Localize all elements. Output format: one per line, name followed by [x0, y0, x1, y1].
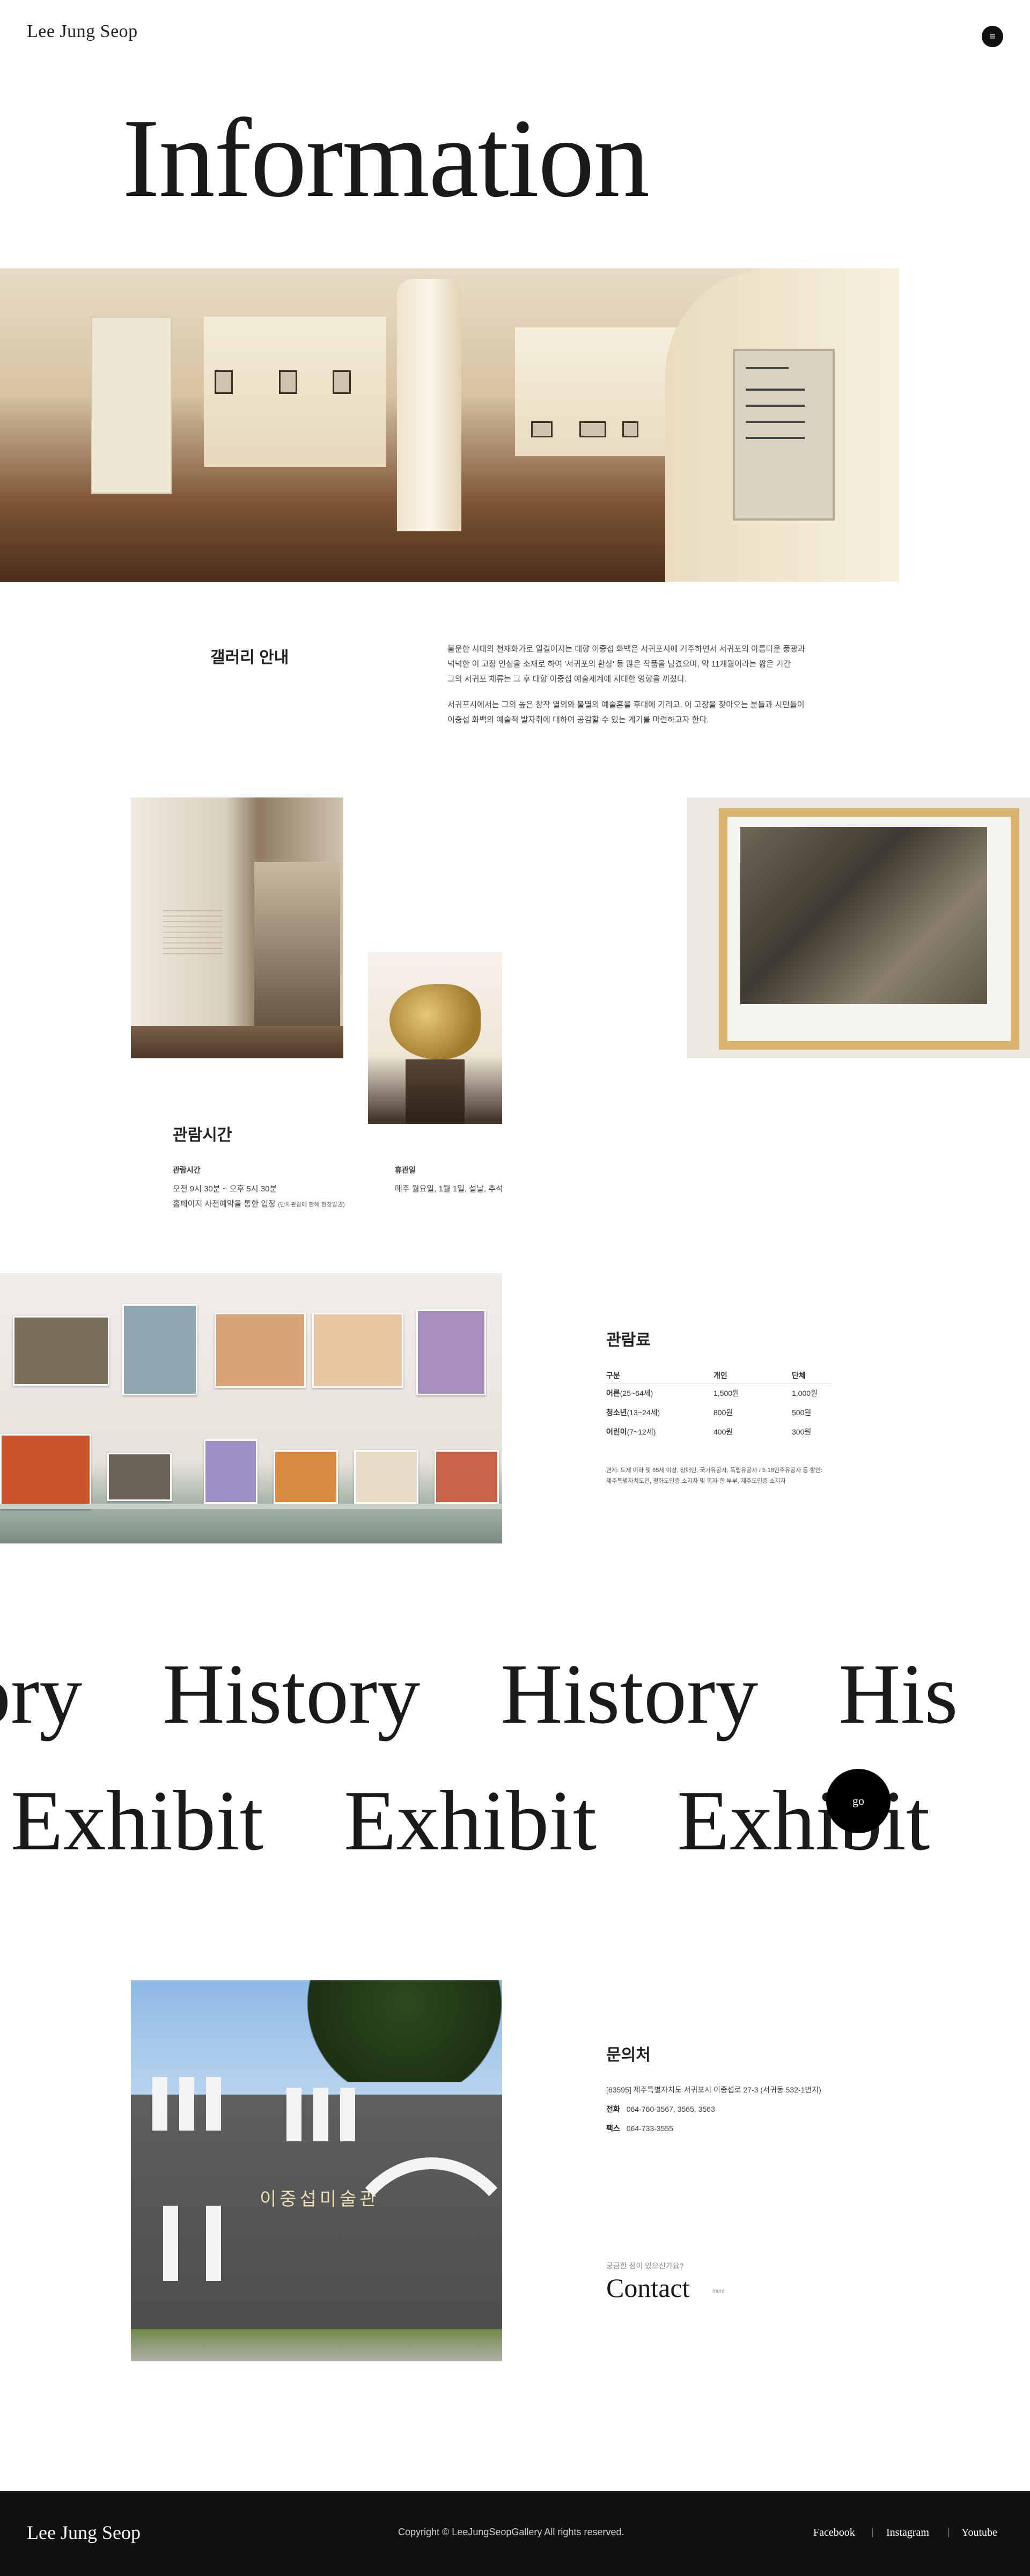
marquee-word[interactable]: History: [163, 1651, 420, 1737]
fee-category: 어른(25~64세): [606, 1384, 713, 1403]
page-title: Information: [122, 96, 650, 221]
fees-table: 구분 개인 단체 어른(25~64세) 1,500원 1,000원 청소년(13…: [606, 1367, 832, 1441]
fees-note: 면제: 도제 이하 및 65세 이상, 장애인, 국가유공자, 독립유공자 / …: [606, 1467, 822, 1484]
fee-category-name: 청소년: [606, 1408, 627, 1417]
fee-category: 어린이(7~12세): [606, 1422, 713, 1441]
table-row: 어린이(7~12세) 400원 300원: [606, 1422, 832, 1441]
fee-group: 300원: [792, 1428, 812, 1436]
marquee-word[interactable]: History: [501, 1651, 758, 1737]
gallery-paragraph-line: 불운한 시대의 천재화가로 일컬어지는 대향 이중섭 화백은 서귀포시에 거주하…: [447, 645, 805, 654]
reservation-note: (단체관람에 한해 현장발권): [278, 1202, 345, 1208]
fee-category-name: 어린이: [606, 1428, 627, 1436]
go-button[interactable]: go: [826, 1769, 891, 1833]
museum-building-photo: 이중섭미술관: [131, 1980, 502, 2361]
fees-col-group: 단체: [792, 1367, 832, 1384]
footer-link-facebook[interactable]: Facebook: [813, 2527, 855, 2539]
footer-divider: |: [871, 2527, 874, 2537]
marquee-word[interactable]: Exhibit: [344, 1777, 597, 1863]
fee-group: 500원: [792, 1408, 812, 1417]
gallery-description: 불운한 시대의 천재화가로 일컬어지는 대향 이중섭 화백은 서귀포시에 거주하…: [447, 642, 823, 728]
fee-individual: 1,500원: [713, 1389, 739, 1398]
fees-heading: 관람료: [606, 1331, 651, 1349]
corridor-photo: [131, 797, 343, 1058]
contact-address: [63595] 제주특별자치도 서귀포시 이중섭로 27-3 (서귀동 532-…: [606, 2085, 821, 2094]
fees-col-category: 구분: [606, 1367, 713, 1384]
fee-individual: 800원: [713, 1408, 733, 1417]
footer-divider: |: [947, 2527, 950, 2537]
fees-header-row: 구분 개인 단체: [606, 1367, 832, 1384]
fee-category-name: 어른: [606, 1389, 620, 1398]
contact-link[interactable]: Contact: [606, 2272, 690, 2303]
gallery-hall-photo: [0, 268, 899, 582]
contact-fax: 팩스 064-733-3555: [606, 2123, 673, 2134]
contact-phone: 전화 064-760-3567, 3565, 3563: [606, 2104, 715, 2114]
sculpture-photo: [368, 952, 502, 1124]
table-row: 청소년(13~24세) 800원 500원: [606, 1403, 832, 1422]
contact-phone-label: 전화: [606, 2105, 620, 2113]
contact-fax-label: 팩스: [606, 2124, 620, 2133]
marquee-word: ory: [0, 1646, 83, 1741]
marquee-word[interactable]: Exhibit: [11, 1777, 263, 1863]
contact-hint: 궁금한 점이 있으신가요?: [606, 2262, 684, 2270]
hours-open-label: 관람시간: [173, 1166, 201, 1174]
hours-reservation: 홈페이지 사전예약을 통한 입장 (단체관람에 한해 현장발권): [173, 1197, 345, 1212]
menu-icon: ≡: [989, 31, 996, 42]
art-prints-photo: [0, 1273, 502, 1543]
reservation-text: 홈페이지 사전예약을 통한 입장: [173, 1199, 276, 1209]
footer-logo[interactable]: Lee Jung Seop: [27, 2521, 141, 2544]
fee-category-range: (13~24세): [627, 1408, 660, 1417]
gallery-paragraph-line: 넉넉한 이 고장 인심을 소재로 하여 '서귀포의 환상' 등 많은 작품을 남…: [447, 660, 791, 669]
hours-heading: 관람시간: [173, 1126, 232, 1144]
hours-open-value: 오전 9시 30분 ~ 오후 5시 30분: [173, 1184, 277, 1194]
fee-category-range: (7~12세): [627, 1428, 656, 1436]
contact-heading: 문의처: [606, 2046, 651, 2064]
marquee-word[interactable]: His: [838, 1651, 958, 1737]
fee-category-range: (25~64세): [620, 1389, 653, 1398]
gallery-paragraph-line: 서귀포시에서는 그의 높은 창작 열의와 불멸의 예술혼을 후대에 기리고, 이…: [447, 700, 805, 709]
contact-link-more[interactable]: more: [712, 2288, 725, 2294]
fees-col-individual: 개인: [713, 1367, 792, 1384]
footer-link-youtube[interactable]: Youtube: [961, 2527, 997, 2539]
gallery-paragraph-line: 그의 서귀포 체류는 그 후 대향 이중섭 예술세계에 지대한 영향을 끼쳤다.: [447, 675, 687, 684]
fee-group: 1,000원: [792, 1389, 818, 1398]
menu-button[interactable]: ≡: [982, 26, 1003, 47]
footer-copyright: Copyright © LeeJungSeopGallery All right…: [398, 2527, 624, 2537]
gallery-heading: 갤러리 안내: [210, 649, 289, 667]
contact-phone-value[interactable]: 064-760-3567, 3565, 3563: [627, 2105, 715, 2113]
fee-category: 청소년(13~24세): [606, 1403, 713, 1422]
gallery-paragraph-line: 이중섭 화백의 예술적 발자취에 대하여 공감할 수 있는 계기를 마련하고자 …: [447, 715, 709, 724]
marquee-word[interactable]: Exhibit: [677, 1777, 930, 1863]
hours-closed-label: 휴관일: [395, 1166, 416, 1174]
hours-closed-value: 매주 월요일, 1월 1일, 설날, 추석: [395, 1184, 502, 1194]
marquee-history: oryHistoryHistoryHis: [0, 1651, 998, 1737]
fee-individual: 400원: [713, 1428, 733, 1436]
framed-painting-photo: [687, 797, 1030, 1058]
footer-link-instagram[interactable]: Instagram: [886, 2527, 929, 2539]
table-row: 어른(25~64세) 1,500원 1,000원: [606, 1384, 832, 1403]
site-logo[interactable]: Lee Jung Seop: [27, 21, 138, 42]
contact-fax-value: 064-733-3555: [626, 2124, 673, 2133]
